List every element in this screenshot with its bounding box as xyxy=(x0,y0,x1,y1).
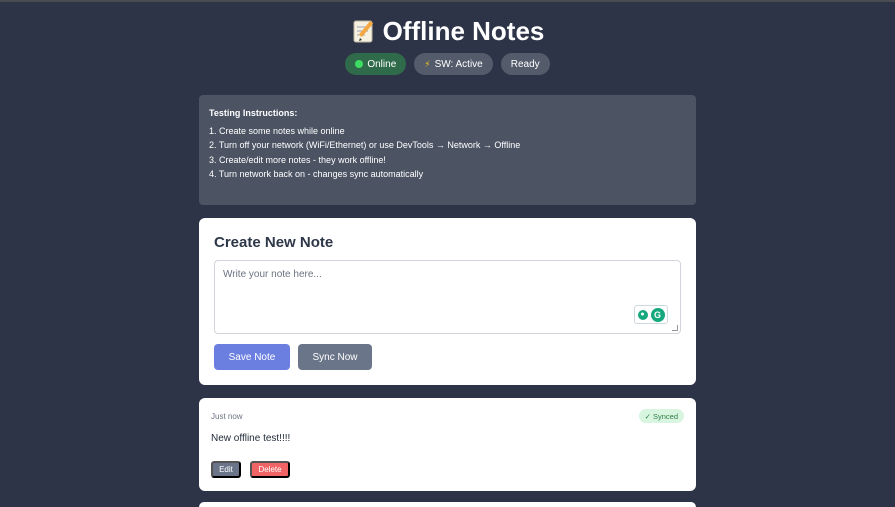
synced-badge: ✓ Synced xyxy=(638,409,684,423)
online-dot-icon xyxy=(355,60,364,68)
ready-badge: Ready xyxy=(500,53,550,75)
note-content: New offline test!!!! xyxy=(211,433,291,444)
online-label: Online xyxy=(367,58,397,70)
edit-note-button[interactable]: Edit xyxy=(211,461,241,478)
window-top-border xyxy=(0,0,895,2)
note-card: Just now ✓ Synced New offline test!!!! E… xyxy=(199,398,696,491)
instructions-heading: Testing Instructions: xyxy=(209,108,298,118)
note-timestamp: Just now xyxy=(211,412,243,421)
sync-now-button[interactable]: Sync Now xyxy=(298,344,372,370)
note-card xyxy=(199,502,696,507)
save-note-button[interactable]: Save Note xyxy=(214,344,290,370)
app-title-text: Offline Notes xyxy=(382,15,545,46)
memo-icon xyxy=(351,18,377,44)
lightning-icon: ⚡ xyxy=(424,58,431,69)
grammarly-icon[interactable]: G xyxy=(650,307,665,322)
sw-label: SW: Active xyxy=(434,58,483,70)
delete-note-button[interactable]: Delete xyxy=(250,461,290,478)
create-note-card: Create New Note Write your note here... … xyxy=(199,218,696,385)
status-badges: Online ⚡ SW: Active Ready xyxy=(0,53,895,75)
grammarly-widget[interactable]: ● G xyxy=(634,305,668,324)
instruction-step: 2. Turn off your network (WiFi/Ethernet)… xyxy=(209,140,521,150)
page-title: Offline Notes xyxy=(0,14,895,48)
instruction-step: 1. Create some notes while online xyxy=(209,125,345,136)
instruction-step: 3. Create/edit more notes - they work of… xyxy=(209,154,386,165)
resize-handle-icon[interactable] xyxy=(672,325,678,331)
online-badge: Online xyxy=(345,53,407,75)
note-placeholder: Write your note here... xyxy=(223,269,322,280)
note-textarea[interactable]: Write your note here... ● G xyxy=(214,260,681,334)
lightbulb-icon[interactable]: ● xyxy=(637,309,648,320)
testing-instructions: Testing Instructions: 1. Create some not… xyxy=(199,95,696,205)
instruction-step: 4. Turn network back on - changes sync a… xyxy=(209,169,424,179)
ready-label: Ready xyxy=(510,58,540,70)
create-note-title: Create New Note xyxy=(214,234,334,251)
service-worker-badge: ⚡ SW: Active xyxy=(414,53,493,75)
